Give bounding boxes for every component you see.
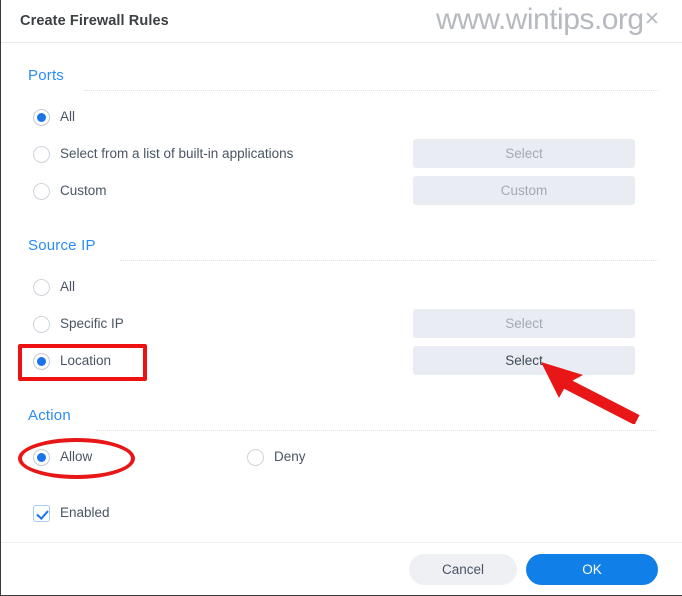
section-divider-action	[96, 430, 658, 431]
source-location-select-button[interactable]: Select	[413, 346, 635, 375]
dialog-title: Create Firewall Rules	[20, 13, 169, 29]
radio-label-source-location: Location	[60, 353, 112, 368]
source-specific-ip-select-button[interactable]: Select	[413, 309, 635, 338]
radio-source-all[interactable]	[33, 279, 50, 296]
ports-select-button[interactable]: Select	[413, 139, 635, 168]
radio-ports-custom[interactable]	[33, 183, 50, 200]
radio-ports-all[interactable]	[33, 109, 50, 126]
radio-label-source-specific-ip: Specific IP	[60, 316, 124, 331]
dialog-titlebar: Create Firewall Rules ✕	[1, 0, 682, 43]
ports-custom-button[interactable]: Custom	[413, 176, 635, 205]
radio-label-action-allow: Allow	[60, 449, 93, 464]
section-divider-source-ip	[120, 260, 658, 261]
section-heading-source-ip: Source IP	[28, 237, 96, 254]
radio-label-action-deny: Deny	[274, 449, 306, 464]
radio-source-specific-ip[interactable]	[33, 316, 50, 333]
radio-source-location[interactable]	[33, 353, 50, 370]
dialog-body: Ports All Select from a list of built-in…	[1, 43, 682, 542]
radio-label-ports-custom: Custom	[60, 183, 107, 198]
radio-label-ports-all: All	[60, 109, 76, 124]
cancel-button[interactable]: Cancel	[409, 554, 517, 585]
radio-label-ports-builtin: Select from a list of built-in applicati…	[60, 146, 294, 161]
radio-action-deny[interactable]	[247, 449, 264, 466]
close-icon[interactable]: ✕	[642, 10, 662, 30]
enabled-checkbox[interactable]	[33, 505, 50, 522]
radio-ports-builtin[interactable]	[33, 146, 50, 163]
section-divider-ports	[84, 90, 658, 91]
radio-action-allow[interactable]	[33, 449, 50, 466]
enabled-checkbox-label: Enabled	[60, 505, 110, 520]
create-firewall-rules-dialog: Create Firewall Rules ✕ Ports All Select…	[0, 0, 682, 596]
dialog-footer: Cancel OK	[1, 542, 682, 595]
radio-label-source-all: All	[60, 279, 76, 294]
ok-button[interactable]: OK	[526, 554, 658, 585]
section-heading-ports: Ports	[28, 67, 65, 84]
section-heading-action: Action	[28, 407, 71, 424]
